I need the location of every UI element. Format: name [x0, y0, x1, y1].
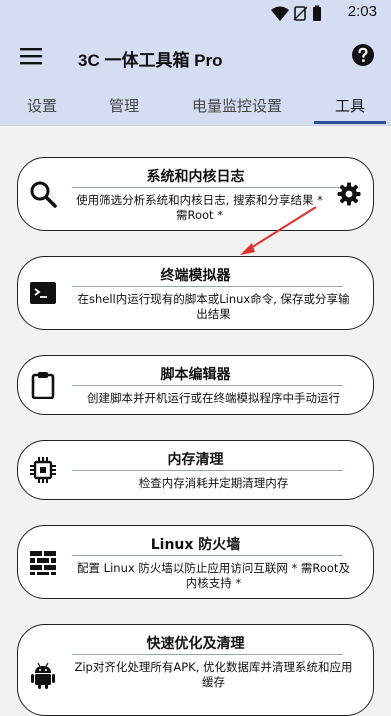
card-divider [72, 654, 343, 655]
app-title: 3C 一体工具箱 Pro [78, 51, 223, 70]
card-quick-optimize-clean[interactable]: 快速优化及清理 Zip对齐化处理所有APK, 优化数据库并清理系统和应用缓存 [17, 624, 374, 716]
card-title: 脚本编辑器 [160, 367, 231, 383]
card-memory-cleaner[interactable]: 内存清理 检查内存消耗并定期清理内存 [17, 440, 374, 500]
card-terminal-emulator[interactable]: 终端模拟器 在shell内运行现有的脚本或Linux命令, 保存或分享输出结果 [17, 256, 374, 330]
card-divider [72, 555, 343, 556]
card-description: Zip对齐化处理所有APK, 优化数据库并清理系统和应用缓存 [74, 660, 353, 689]
card-description: 在shell内运行现有的脚本或Linux命令, 保存或分享输出结果 [77, 292, 350, 321]
card-title: 快速优化及清理 [146, 636, 245, 652]
card-title: 内存清理 [167, 452, 224, 468]
brick-wall-icon [30, 551, 56, 575]
card-system-kernel-logs[interactable]: 系统和内核日志 使用筛选分析系统和内核日志, 搜索和分享结果 * 需Root * [17, 157, 374, 231]
search-icon [30, 181, 57, 208]
card-divider [72, 187, 343, 188]
card-script-editor[interactable]: 脚本编辑器 创建脚本并开机运行或在终端模拟程序中手动运行 [17, 355, 374, 415]
status-icons [271, 5, 321, 21]
tab-tools[interactable]: 工具 [314, 87, 386, 125]
tab-manage[interactable]: 管理 [96, 87, 152, 125]
tab-battery-monitor-settings[interactable]: 电量监控设置 [180, 87, 294, 125]
android-icon [31, 662, 55, 689]
card-description: 配置 Linux 防火墙以防止应用访问互联网 * 需Root及内核支持 * [77, 561, 350, 590]
card-title: Linux 防火墙 [150, 537, 241, 553]
card-linux-firewall[interactable]: Linux 防火墙 配置 Linux 防火墙以防止应用访问互联网 * 需Root… [17, 525, 374, 599]
card-title: 终端模拟器 [160, 268, 231, 284]
menu-icon[interactable] [20, 45, 42, 67]
card-title: 系统和内核日志 [146, 169, 245, 185]
card-description: 检查内存消耗并定期清理内存 [138, 476, 289, 490]
chip-icon [30, 457, 56, 483]
card-divider [72, 470, 343, 471]
status-bar: 2:03 [0, 0, 391, 27]
tab-settings[interactable]: 设置 [14, 87, 70, 125]
gear-icon[interactable] [337, 182, 361, 206]
terminal-icon [30, 282, 56, 304]
card-divider [72, 385, 343, 386]
card-description: 使用筛选分析系统和内核日志, 搜索和分享结果 * 需Root * [76, 193, 323, 222]
clipboard-icon [31, 372, 55, 399]
card-divider [72, 286, 343, 287]
card-description: 创建脚本并开机运行或在终端模拟程序中手动运行 [87, 391, 340, 405]
active-tab-indicator [314, 121, 386, 124]
status-time: 2:03 [347, 3, 377, 20]
battery-icon [313, 7, 321, 21]
wifi-icon [271, 6, 289, 21]
app-bar: 3C 一体工具箱 Pro [0, 27, 391, 87]
tab-bar: 设置 管理 电量监控设置 工具 [0, 87, 391, 126]
help-icon[interactable] [351, 43, 375, 67]
